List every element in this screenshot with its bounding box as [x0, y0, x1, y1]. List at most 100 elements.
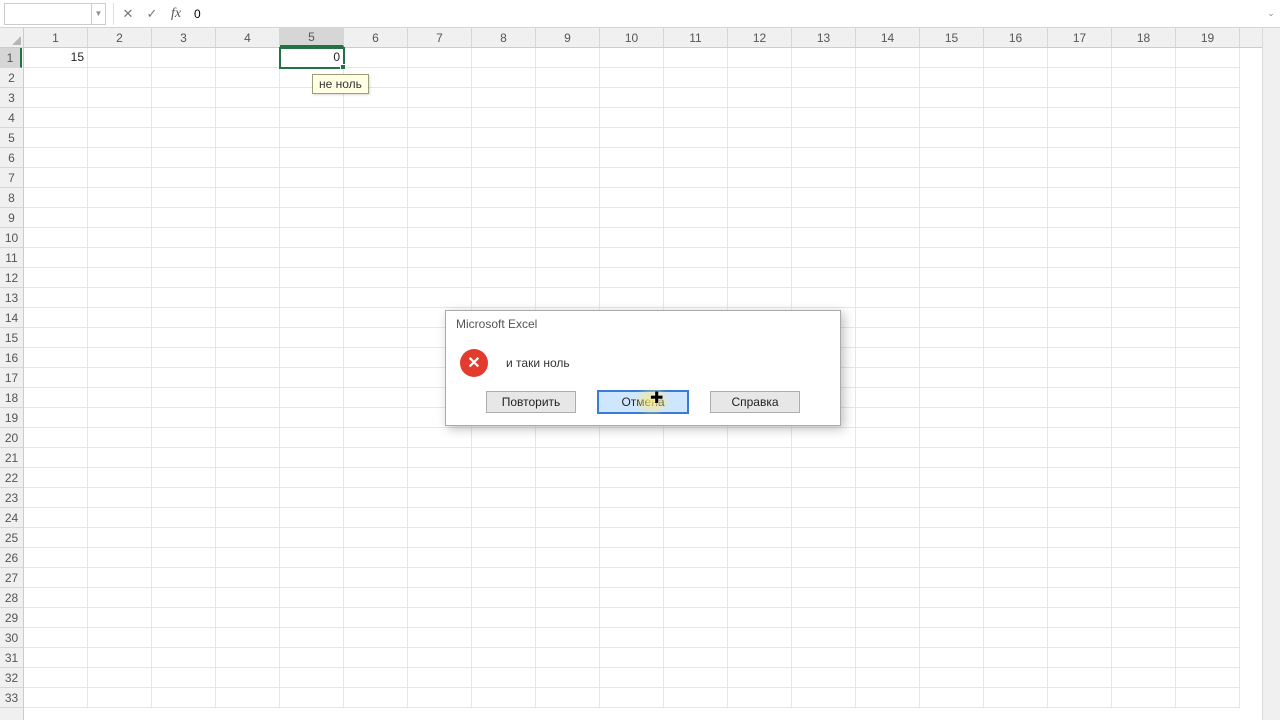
cell[interactable]: [280, 228, 344, 248]
cell[interactable]: [536, 488, 600, 508]
cell[interactable]: [856, 608, 920, 628]
cell[interactable]: [88, 428, 152, 448]
cell[interactable]: [216, 168, 280, 188]
cell[interactable]: [88, 488, 152, 508]
cell[interactable]: [1176, 228, 1240, 248]
cell[interactable]: [344, 628, 408, 648]
cell[interactable]: [24, 348, 88, 368]
cell[interactable]: [856, 248, 920, 268]
cell[interactable]: [1112, 108, 1176, 128]
cell[interactable]: [24, 588, 88, 608]
cell[interactable]: [24, 228, 88, 248]
column-header[interactable]: 8: [472, 28, 536, 47]
cell[interactable]: [664, 288, 728, 308]
cell[interactable]: [1112, 128, 1176, 148]
cell[interactable]: [536, 688, 600, 708]
cell[interactable]: [984, 268, 1048, 288]
cell[interactable]: [408, 468, 472, 488]
cell[interactable]: [536, 228, 600, 248]
row-header[interactable]: 24: [0, 508, 23, 528]
cell[interactable]: [920, 208, 984, 228]
cell[interactable]: [88, 268, 152, 288]
cell[interactable]: [88, 288, 152, 308]
cell[interactable]: [216, 248, 280, 268]
cell[interactable]: [536, 468, 600, 488]
cell[interactable]: [344, 608, 408, 628]
cell[interactable]: [216, 668, 280, 688]
cell[interactable]: 15: [24, 48, 88, 68]
cell[interactable]: [1112, 608, 1176, 628]
cell[interactable]: [344, 208, 408, 228]
cell[interactable]: [664, 668, 728, 688]
cell[interactable]: [856, 348, 920, 368]
cell[interactable]: [152, 688, 216, 708]
cell[interactable]: [24, 208, 88, 228]
cell[interactable]: [152, 508, 216, 528]
cell[interactable]: [728, 428, 792, 448]
cell[interactable]: [472, 268, 536, 288]
cell[interactable]: [152, 368, 216, 388]
name-box-dropdown[interactable]: ▼: [92, 3, 106, 25]
cell[interactable]: [88, 108, 152, 128]
cell[interactable]: [216, 208, 280, 228]
row-header[interactable]: 3: [0, 88, 23, 108]
cell[interactable]: [1112, 308, 1176, 328]
cell[interactable]: [88, 348, 152, 368]
cell[interactable]: [24, 328, 88, 348]
retry-button[interactable]: Повторить: [486, 391, 576, 413]
cell[interactable]: [24, 448, 88, 468]
cell[interactable]: [472, 688, 536, 708]
cell[interactable]: [728, 648, 792, 668]
cell[interactable]: 0: [280, 48, 344, 68]
cell[interactable]: [1048, 208, 1112, 228]
cell[interactable]: [792, 568, 856, 588]
cell[interactable]: [664, 608, 728, 628]
cell[interactable]: [344, 408, 408, 428]
cell[interactable]: [472, 68, 536, 88]
cell[interactable]: [920, 428, 984, 448]
cell[interactable]: [408, 508, 472, 528]
expand-formula-bar-icon[interactable]: ⌄: [1262, 3, 1280, 25]
cell[interactable]: [792, 48, 856, 68]
cell[interactable]: [920, 548, 984, 568]
cell[interactable]: [1048, 388, 1112, 408]
cell[interactable]: [728, 568, 792, 588]
cell[interactable]: [728, 68, 792, 88]
row-header[interactable]: 27: [0, 568, 23, 588]
cell[interactable]: [1176, 268, 1240, 288]
cell[interactable]: [408, 588, 472, 608]
vertical-scrollbar[interactable]: [1262, 28, 1280, 720]
row-header[interactable]: 23: [0, 488, 23, 508]
cell[interactable]: [472, 668, 536, 688]
cell[interactable]: [344, 568, 408, 588]
cell[interactable]: [920, 468, 984, 488]
cell[interactable]: [856, 388, 920, 408]
cell[interactable]: [792, 528, 856, 548]
cell[interactable]: [664, 228, 728, 248]
cell[interactable]: [600, 168, 664, 188]
cell[interactable]: [600, 188, 664, 208]
cell[interactable]: [856, 448, 920, 468]
cell[interactable]: [472, 548, 536, 568]
cell[interactable]: [216, 588, 280, 608]
cell[interactable]: [1112, 228, 1176, 248]
cell[interactable]: [1048, 328, 1112, 348]
cell[interactable]: [728, 208, 792, 228]
cell[interactable]: [344, 328, 408, 348]
cell[interactable]: [280, 328, 344, 348]
cell[interactable]: [344, 288, 408, 308]
cell[interactable]: [984, 548, 1048, 568]
cell[interactable]: [664, 548, 728, 568]
cell[interactable]: [856, 48, 920, 68]
cell[interactable]: [152, 268, 216, 288]
cell[interactable]: [280, 588, 344, 608]
column-header[interactable]: 14: [856, 28, 920, 47]
cell[interactable]: [536, 548, 600, 568]
cell[interactable]: [600, 488, 664, 508]
cell[interactable]: [1176, 568, 1240, 588]
row-header[interactable]: 5: [0, 128, 23, 148]
cell[interactable]: [408, 488, 472, 508]
cell[interactable]: [984, 328, 1048, 348]
cell[interactable]: [792, 88, 856, 108]
cell[interactable]: [856, 628, 920, 648]
